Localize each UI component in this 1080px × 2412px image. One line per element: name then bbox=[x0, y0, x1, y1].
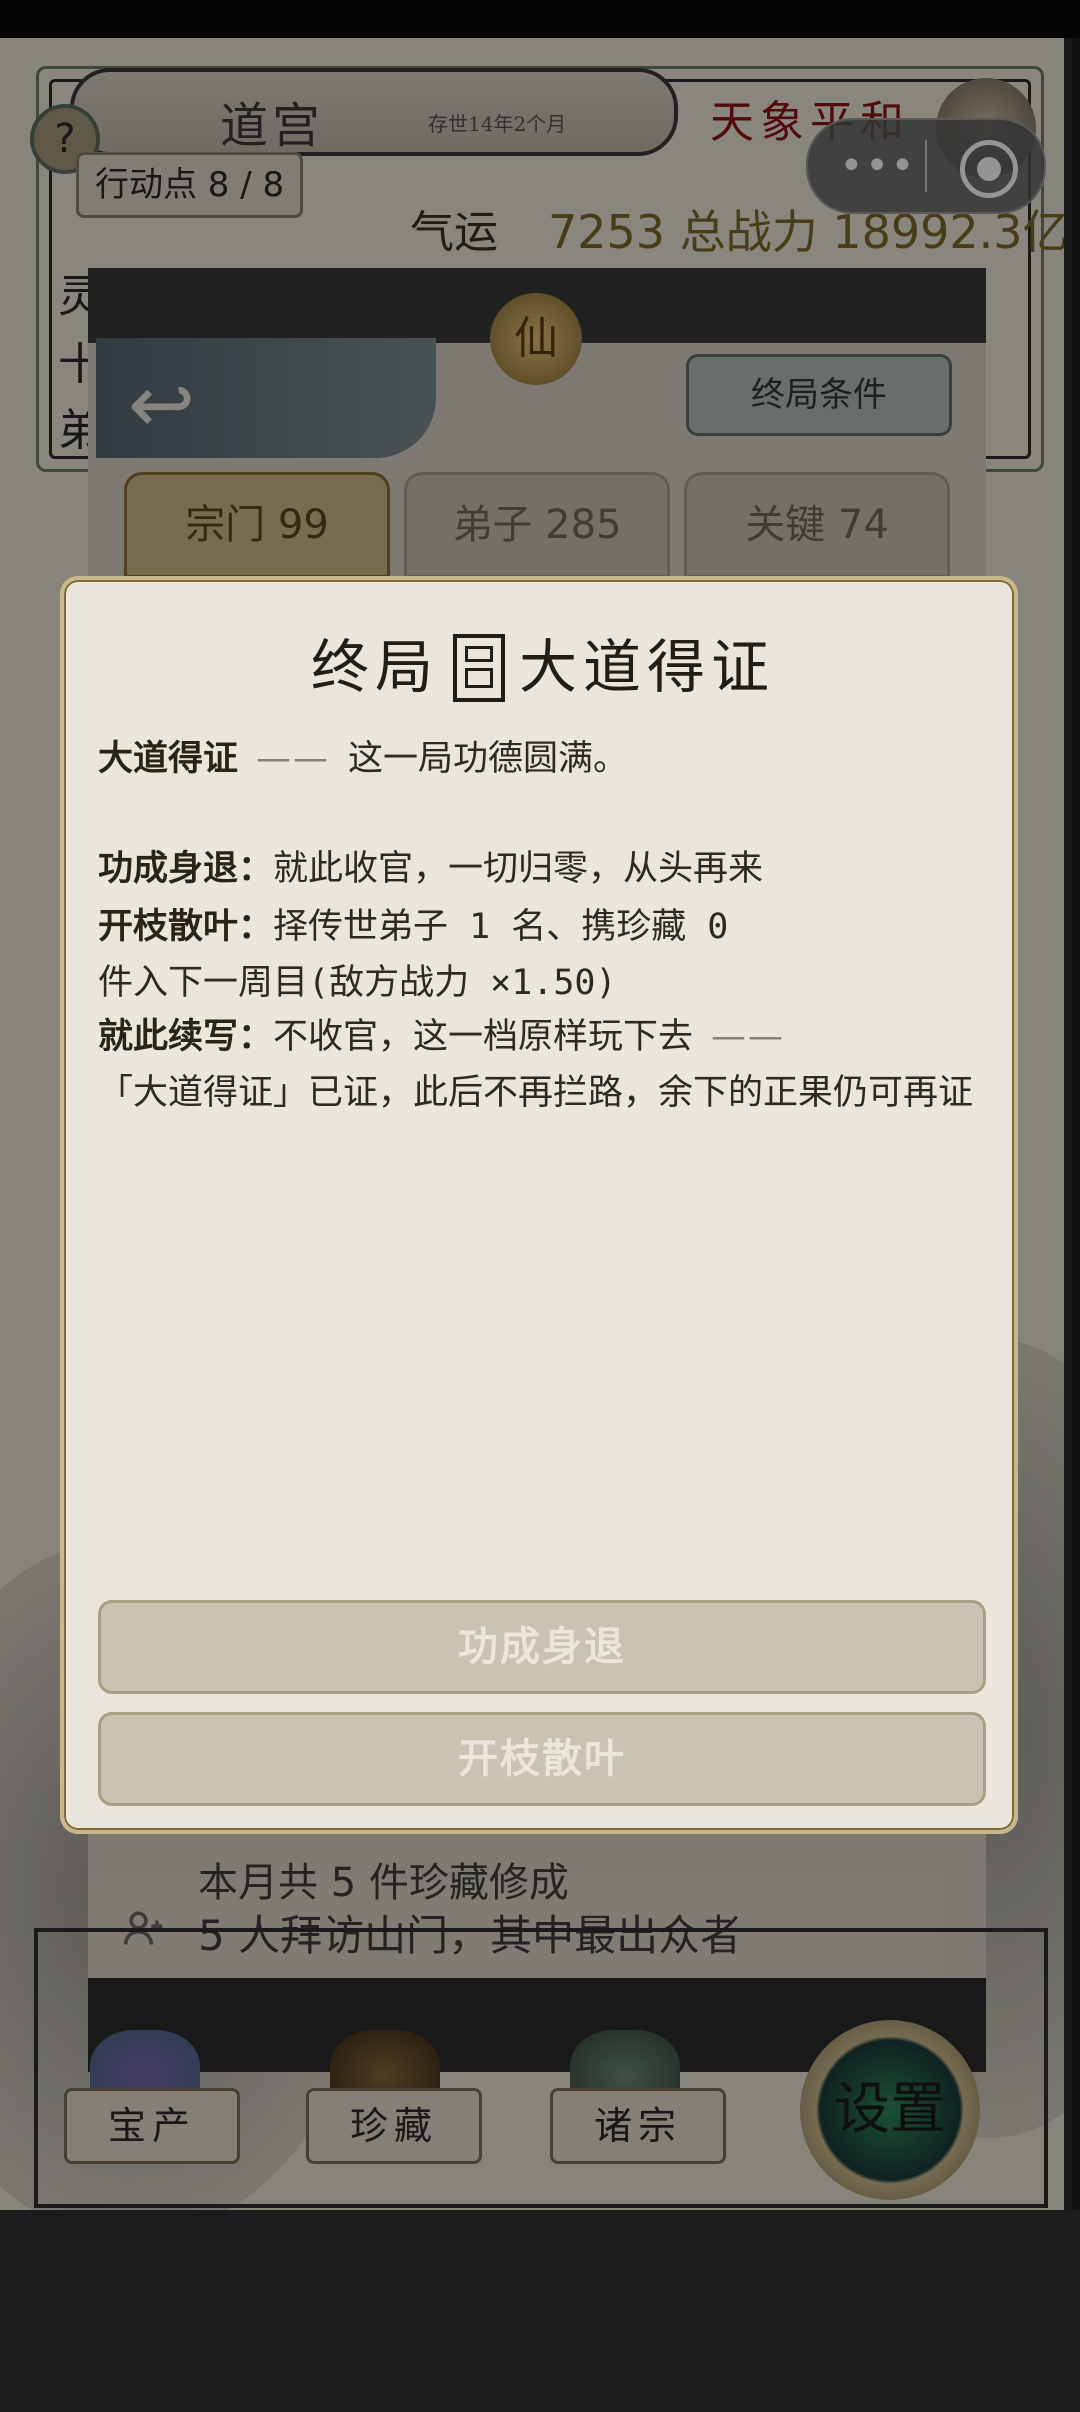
option-branch-cont: 件入下一周目(敌方战力 ×1.50) bbox=[98, 963, 617, 1003]
option-label: 功成身退： bbox=[98, 849, 274, 889]
option-branch: 开枝散叶：择传世弟子 1 名、携珍藏 0 bbox=[98, 898, 728, 949]
title-right: 大道得证 bbox=[519, 633, 776, 701]
option-label: 开枝散叶： bbox=[98, 907, 274, 947]
dialog-title: 终局 大道得证 bbox=[64, 620, 1022, 706]
option-continue-cont: 「大道得证」已证，此后不再拦路，余下的正果仍可再证 bbox=[98, 1073, 974, 1113]
option-continue: 就此续写：不收官，这一档原样玩下去 —— bbox=[98, 1008, 803, 1059]
ending-summary: 大道得证 —— 这一局功德圆满。 bbox=[98, 730, 628, 781]
option-label: 就此续写： bbox=[98, 1017, 274, 1057]
ending-desc: 这一局功德圆满。 bbox=[348, 739, 629, 779]
option-desc: 择传世弟子 1 名、携珍藏 0 bbox=[273, 907, 729, 947]
dash: —— bbox=[256, 739, 331, 779]
option-retire: 功成身退：就此收官，一切归零，从头再来 bbox=[98, 840, 763, 891]
option-desc: 不收官，这一档原样玩下去 bbox=[273, 1017, 694, 1057]
ending-dialog: 终局 大道得证 大道得证 —— 这一局功德圆满。 功成身退：就此收官，一切归零，从头再… bbox=[60, 576, 1018, 1834]
bottom-blank bbox=[0, 2210, 1080, 2412]
branch-out-button[interactable]: 开枝散叶 bbox=[98, 1712, 986, 1806]
seal-icon bbox=[453, 633, 505, 702]
dash: —— bbox=[711, 1017, 786, 1057]
retire-button[interactable]: 功成身退 bbox=[98, 1600, 986, 1694]
option-desc: 就此收官，一切归零，从头再来 bbox=[273, 849, 764, 889]
status-bar bbox=[0, 0, 1080, 38]
ending-name: 大道得证 bbox=[98, 739, 239, 779]
title-left: 终局 bbox=[310, 633, 439, 701]
